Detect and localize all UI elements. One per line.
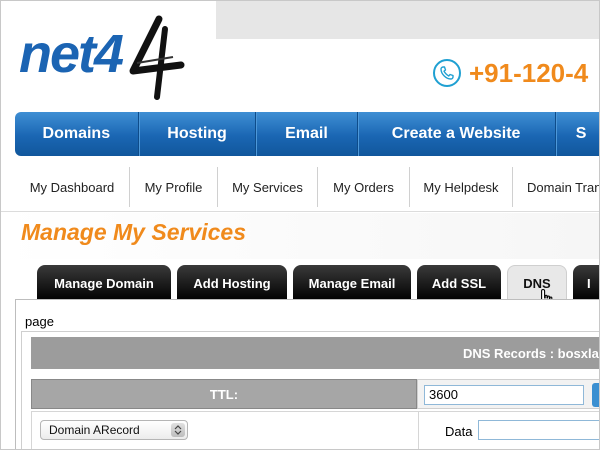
ttl-label-cell: TTL:: [31, 379, 417, 409]
ttl-label: TTL:: [209, 386, 239, 402]
subnav-label: Domain Tran: [527, 179, 600, 195]
logo-text: net4: [19, 24, 124, 84]
nav-item-hosting[interactable]: Hosting: [139, 112, 257, 156]
tab-more[interactable]: I: [573, 265, 599, 301]
subnav-my-helpdesk[interactable]: My Helpdesk: [410, 167, 513, 207]
divider: [1, 211, 599, 212]
subnav-domain-transfer[interactable]: Domain Tran: [513, 167, 600, 207]
tab-add-ssl[interactable]: Add SSL: [417, 265, 501, 301]
logo-brush-4-icon: [129, 15, 185, 100]
nav-item-more[interactable]: S: [556, 112, 599, 156]
nav-item-email[interactable]: Email: [256, 112, 358, 156]
select-arrows-icon: [171, 423, 185, 437]
phone-icon: [433, 59, 461, 87]
subnav-label: My Helpdesk: [423, 179, 499, 195]
dns-records-header: DNS Records : bosxla: [31, 337, 599, 369]
tab-label: I: [587, 275, 591, 291]
browser-viewport: net4 +91-120-4 Domains Hosting Email Cre…: [0, 0, 600, 450]
top-strip: [216, 1, 599, 39]
data-input[interactable]: [478, 420, 599, 440]
tab-dns[interactable]: DNS: [507, 265, 567, 301]
nav-label: Create a Website: [391, 125, 521, 142]
tab-label: Manage Email: [308, 275, 396, 291]
tab-label: Manage Domain: [54, 275, 154, 291]
subnav-label: My Dashboard: [29, 179, 115, 195]
ttl-row: TTL: 3600: [31, 379, 599, 409]
nav-label: Email: [285, 125, 328, 142]
record-type-value: Domain ARecord: [49, 423, 140, 437]
subnav-label: My Services: [232, 179, 303, 195]
ttl-action-button[interactable]: [592, 383, 599, 407]
tab-label: Add SSL: [431, 275, 487, 291]
nav-item-domains[interactable]: Domains: [15, 112, 139, 156]
dns-records-title: DNS Records : bosxla: [463, 345, 599, 361]
divider: [418, 412, 419, 449]
subnav-my-orders[interactable]: My Orders: [318, 167, 410, 207]
ttl-value-cell: 3600: [417, 379, 599, 409]
subnav-label: My Orders: [333, 179, 394, 195]
nav-item-create-website[interactable]: Create a Website: [358, 112, 556, 156]
tab-add-hosting[interactable]: Add Hosting: [177, 265, 287, 301]
nav-label: Hosting: [167, 125, 227, 142]
subnav-my-dashboard[interactable]: My Dashboard: [15, 167, 130, 207]
phone-number[interactable]: +91-120-4: [469, 58, 588, 89]
account-subnav: My Dashboard My Profile My Services My O…: [15, 167, 600, 207]
record-row: Domain ARecord Data: [31, 411, 599, 449]
subnav-label: My Profile: [144, 179, 203, 195]
tab-manage-domain[interactable]: Manage Domain: [37, 265, 171, 301]
nav-label: S: [575, 125, 587, 142]
data-label: Data: [445, 424, 473, 439]
contact-phone: +91-120-4: [433, 57, 588, 89]
subnav-my-profile[interactable]: My Profile: [130, 167, 218, 207]
service-tabs: Manage Domain Add Hosting Manage Email A…: [37, 265, 599, 301]
tab-label: Add Hosting: [193, 275, 271, 291]
net4-logo[interactable]: net4: [19, 13, 189, 101]
ttl-input[interactable]: 3600: [424, 385, 584, 405]
subnav-my-services[interactable]: My Services: [218, 167, 318, 207]
main-navigation: Domains Hosting Email Create a Website S: [15, 112, 599, 156]
page-label: page: [25, 314, 54, 329]
page-title: Manage My Services: [21, 219, 247, 245]
tab-manage-email[interactable]: Manage Email: [293, 265, 411, 301]
record-type-select[interactable]: Domain ARecord: [40, 420, 188, 440]
nav-label: Domains: [42, 125, 111, 142]
